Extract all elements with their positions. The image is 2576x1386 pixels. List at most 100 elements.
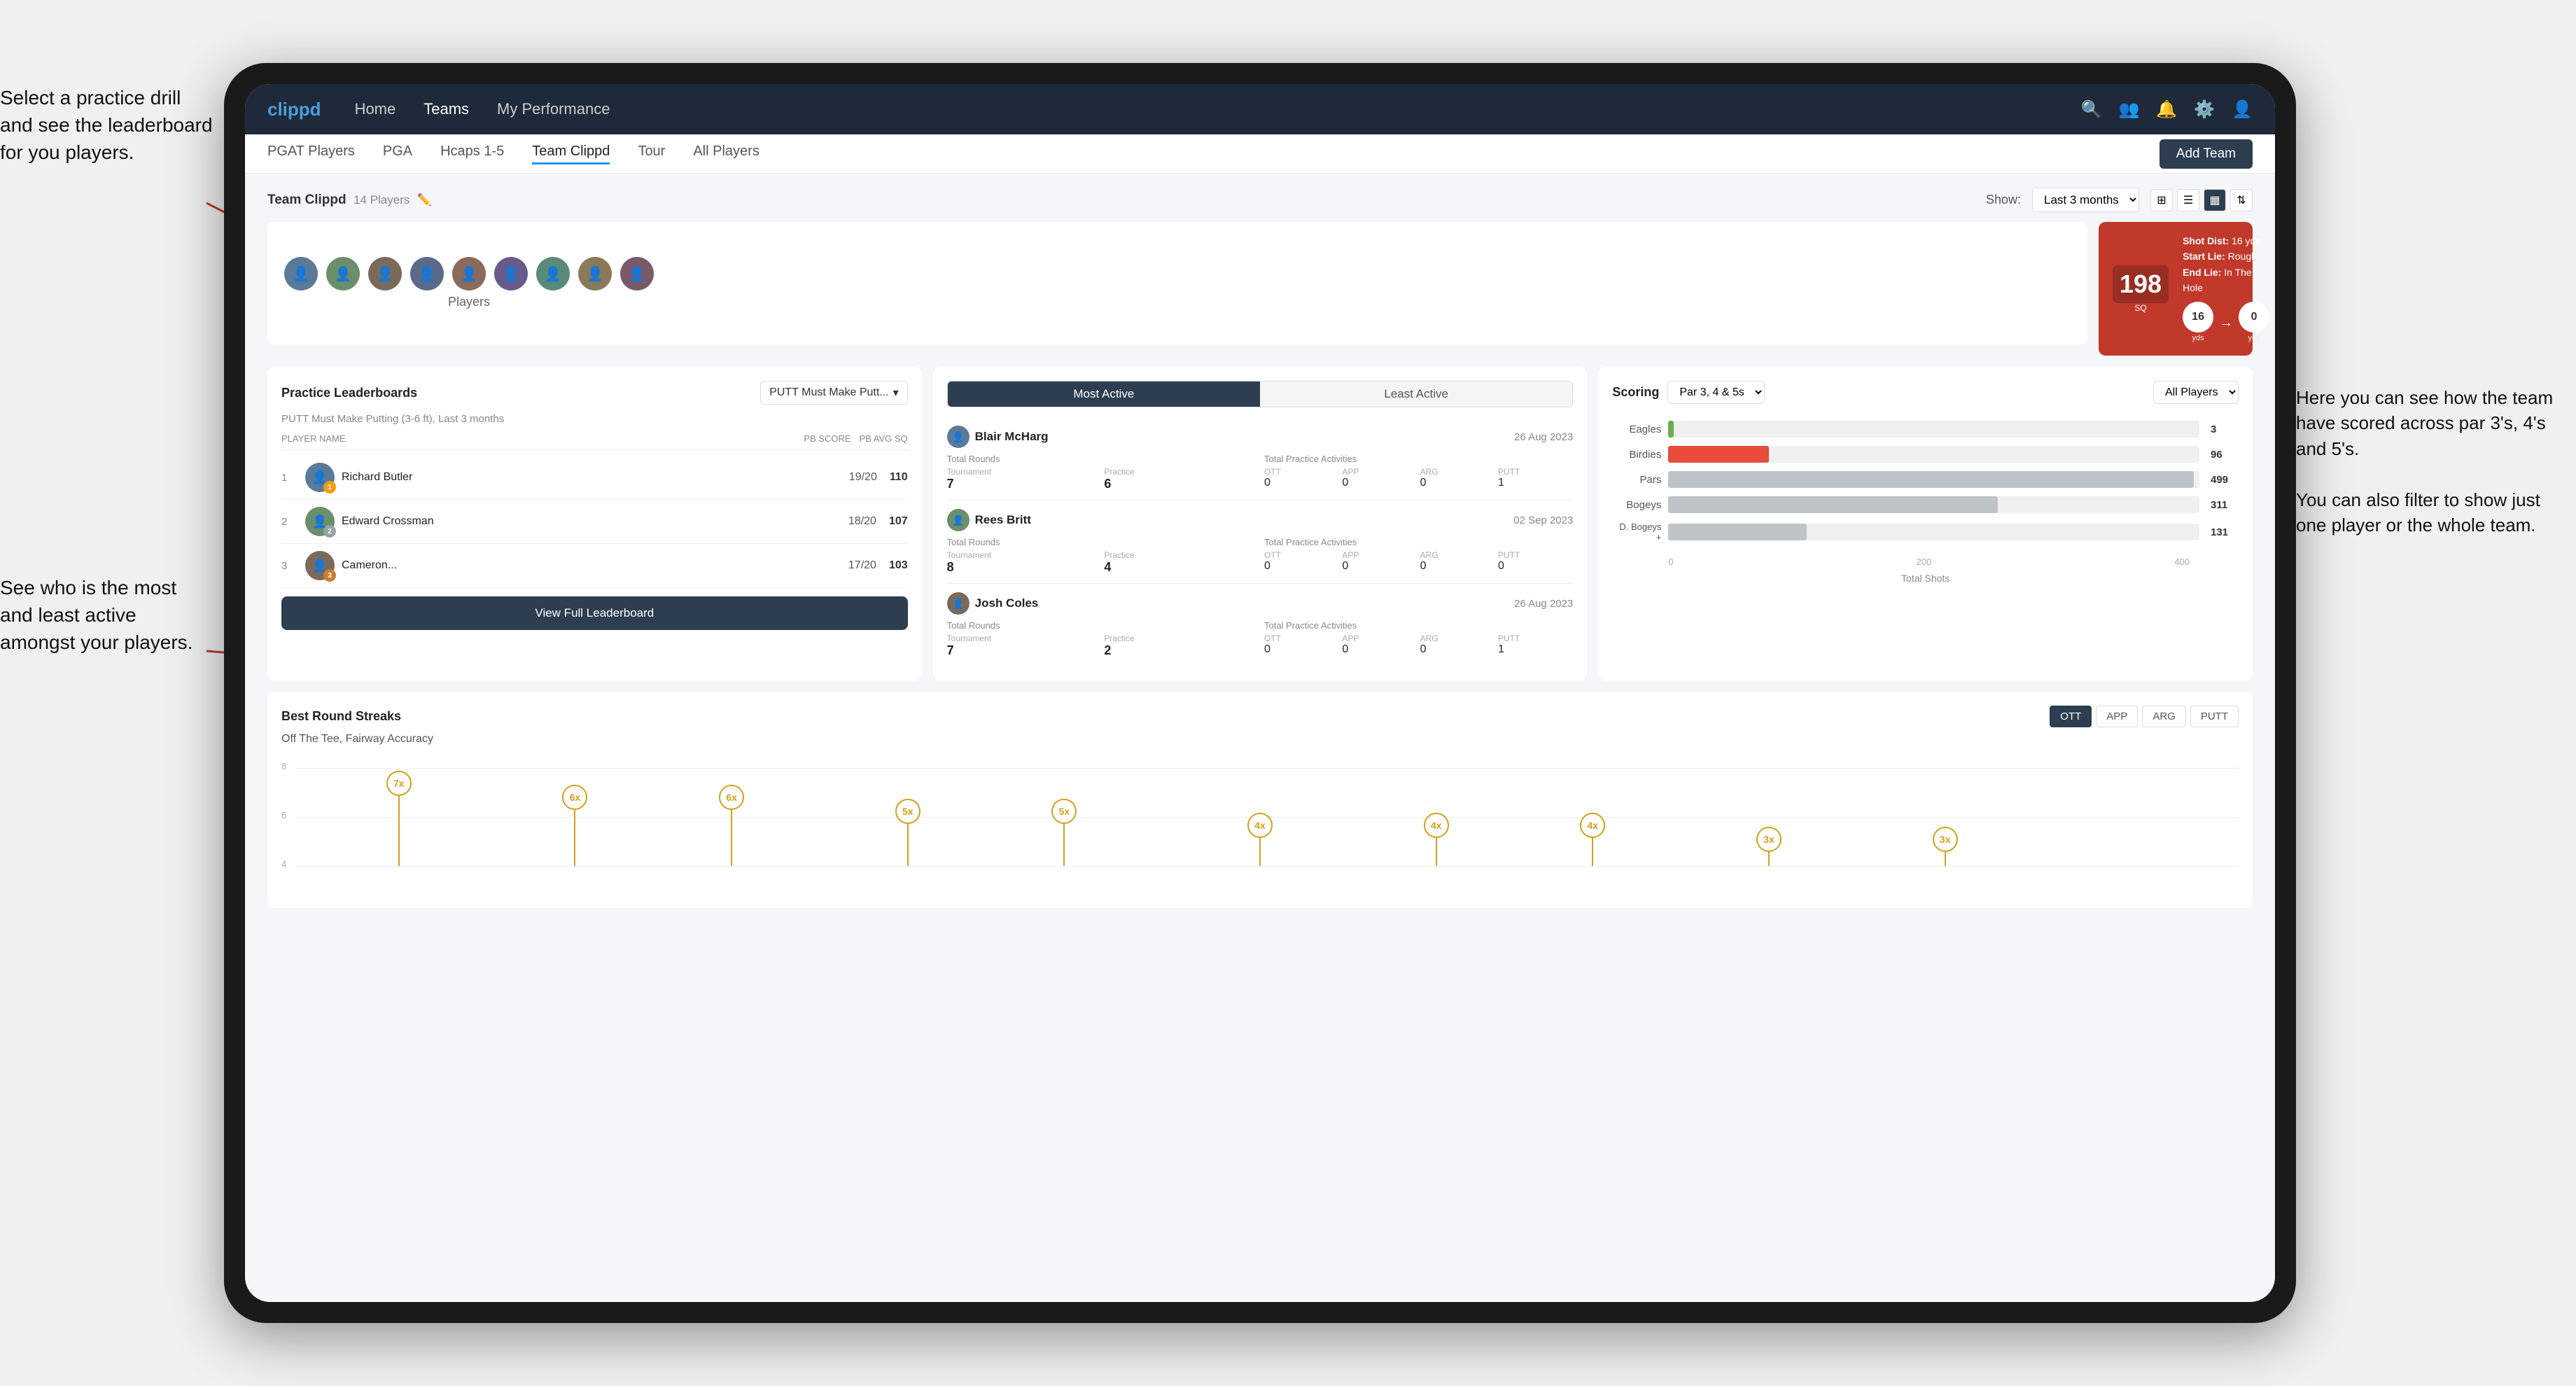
lb-score: 17/20 (848, 559, 876, 572)
subnav-pgat[interactable]: PGAT Players (267, 144, 355, 164)
streak-circle: 6x (719, 785, 744, 810)
avatar[interactable]: 👤 (452, 257, 486, 290)
avatar[interactable]: 👤 (620, 257, 654, 290)
practice-leaderboards-card: Practice Leaderboards PUTT Must Make Put… (267, 367, 922, 680)
subnav-all-players[interactable]: All Players (693, 144, 759, 164)
avatar[interactable]: 👤 (494, 257, 528, 290)
bar-value: 311 (2211, 499, 2239, 511)
add-team-button[interactable]: Add Team (2160, 139, 2253, 169)
nav-performance[interactable]: My Performance (497, 100, 610, 118)
scoring-title: Scoring (1612, 385, 1659, 400)
subnav-pga[interactable]: PGA (383, 144, 412, 164)
shot-info: Shot Dist: 16 yds Start Lie: Rough End L… (2183, 233, 2269, 344)
avatar[interactable]: 👤 (368, 257, 402, 290)
streak-line (398, 796, 400, 866)
streak-circle: 3x (1933, 827, 1958, 852)
bar-row-eagles: Eagles 3 (1612, 421, 2239, 438)
bar-row-bogeys: Bogeys 311 (1612, 496, 2239, 513)
lb-name: Edward Crossman (342, 515, 841, 528)
subnav-tour[interactable]: Tour (638, 144, 665, 164)
bar-row-pars: Pars 499 (1612, 471, 2239, 488)
grid-view-icon[interactable]: ⊞ (2150, 189, 2173, 211)
bar-value: 499 (2211, 474, 2239, 486)
annotation-bottom-left: See who is the most and least active amo… (0, 574, 203, 657)
y-axis-label: 6 (281, 810, 286, 820)
team-header: Team Clippd 14 Players ✏️ Show: Last 3 m… (267, 188, 2253, 212)
most-active-tab[interactable]: Most Active (948, 382, 1260, 407)
streak-point: 3x (1933, 827, 1958, 866)
lb-avg: 107 (889, 515, 908, 528)
arg-stat: ARG0 (1420, 550, 1495, 573)
least-active-tab[interactable]: Least Active (1260, 382, 1572, 407)
pa-header: 👤 Rees Britt 02 Sep 2023 (947, 509, 1574, 531)
streak-circle: 4x (1247, 813, 1273, 838)
lb-avg: 103 (889, 559, 908, 572)
streaks-card: Best Round Streaks OTT APP ARG PUTT Off … (267, 692, 2253, 908)
nav-home[interactable]: Home (355, 100, 396, 118)
leaderboard-subtitle: PUTT Must Make Putting (3-6 ft), Last 3 … (281, 413, 908, 425)
bar-row-birdies: Birdies 96 (1612, 446, 2239, 463)
avatar[interactable]: 👤 (284, 257, 318, 290)
scoring-par-filter[interactable]: Par 3, 4 & 5s (1667, 381, 1765, 404)
app-stat: APP 0 (1342, 467, 1417, 489)
activity-tabs: Most Active Least Active (947, 381, 1574, 407)
streaks-tab-ott[interactable]: OTT (2050, 706, 2092, 727)
avatar[interactable]: 👤 (536, 257, 570, 290)
pa-avatar: 👤 (947, 509, 969, 531)
filter-icon[interactable]: ⇅ (2230, 189, 2253, 211)
subnav-team-clippd[interactable]: Team Clippd (532, 144, 610, 164)
subnav-links: PGAT Players PGA Hcaps 1-5 Team Clippd T… (267, 144, 2160, 164)
avatar[interactable]: 👤 (578, 257, 612, 290)
view-full-leaderboard-button[interactable]: View Full Leaderboard (281, 596, 908, 630)
edit-icon[interactable]: ✏️ (417, 193, 432, 206)
pa-avatar: 👤 (947, 426, 969, 448)
settings-icon[interactable]: ⚙️ (2194, 99, 2215, 120)
scoring-header: Scoring Par 3, 4 & 5s All Players (1612, 381, 2239, 404)
show-select[interactable]: Last 3 months (2032, 188, 2139, 212)
avatar[interactable]: 👤 (410, 257, 444, 290)
pa-practice-activities: Total Practice Activities OTT 0 APP 0 (1264, 454, 1573, 491)
card-view-icon[interactable]: ▦ (2204, 189, 2226, 211)
streaks-subtitle: Off The Tee, Fairway Accuracy (281, 733, 2239, 746)
arrow-icon: → (2219, 312, 2233, 334)
streak-line (574, 810, 575, 866)
pa-tournament: Tournament 7 (947, 467, 1099, 491)
bar-container (1668, 471, 2199, 488)
streak-point: 5x (1051, 799, 1077, 866)
lb-rank: 3 (281, 560, 298, 572)
streak-point: 5x (895, 799, 920, 866)
subnav-hcaps[interactable]: Hcaps 1-5 (440, 144, 504, 164)
list-view-icon[interactable]: ☰ (2177, 189, 2199, 211)
scoring-player-filter[interactable]: All Players (2153, 381, 2239, 404)
pa-stats: Total Rounds Tournament 7 Practice 2 (947, 620, 1574, 658)
lb-rank: 1 (281, 472, 298, 484)
pa-header: 👤 Josh Coles 26 Aug 2023 (947, 592, 1574, 615)
search-icon[interactable]: 🔍 (2081, 99, 2102, 120)
user-icon[interactable]: 👤 (2232, 99, 2253, 120)
streaks-tab-app[interactable]: APP (2096, 706, 2138, 727)
pa-tournament: Tournament 8 (947, 550, 1099, 575)
pa-total-rounds: Total Rounds Tournament 8 Practice 4 (947, 537, 1256, 575)
drill-selector[interactable]: PUTT Must Make Putt... ▾ (760, 381, 907, 405)
players-icon[interactable]: 👥 (2118, 99, 2139, 120)
lb-name: Cameron... (342, 559, 841, 572)
nav-teams[interactable]: Teams (424, 100, 469, 118)
player-activity: 👤 Rees Britt 02 Sep 2023 Total Rounds To… (947, 500, 1574, 584)
pa-practice-activities: Total Practice Activities OTT0 APP0 ARG0… (1264, 620, 1573, 658)
pa-header: 👤 Blair McHarg 26 Aug 2023 (947, 426, 1574, 448)
bar-fill (1668, 524, 1806, 540)
lb-row: 3 👤 3 Cameron... 17/20 103 (281, 544, 908, 588)
app-stat: APP0 (1342, 634, 1417, 656)
bar-value: 3 (2211, 424, 2239, 435)
streak-line (1592, 838, 1593, 866)
bell-icon[interactable]: 🔔 (2156, 99, 2177, 120)
player-activity: 👤 Josh Coles 26 Aug 2023 Total Rounds To… (947, 584, 1574, 666)
avatar[interactable]: 👤 (326, 257, 360, 290)
bar-fill (1668, 496, 1997, 513)
streaks-tab-putt[interactable]: PUTT (2190, 706, 2239, 727)
chart-axis: 0 200 400 (1612, 556, 2239, 567)
streaks-tab-arg[interactable]: ARG (2142, 706, 2186, 727)
bar-container (1668, 496, 2199, 513)
team-title: Team Clippd 14 Players ✏️ (267, 192, 432, 208)
lb-name: Richard Butler (342, 471, 842, 484)
